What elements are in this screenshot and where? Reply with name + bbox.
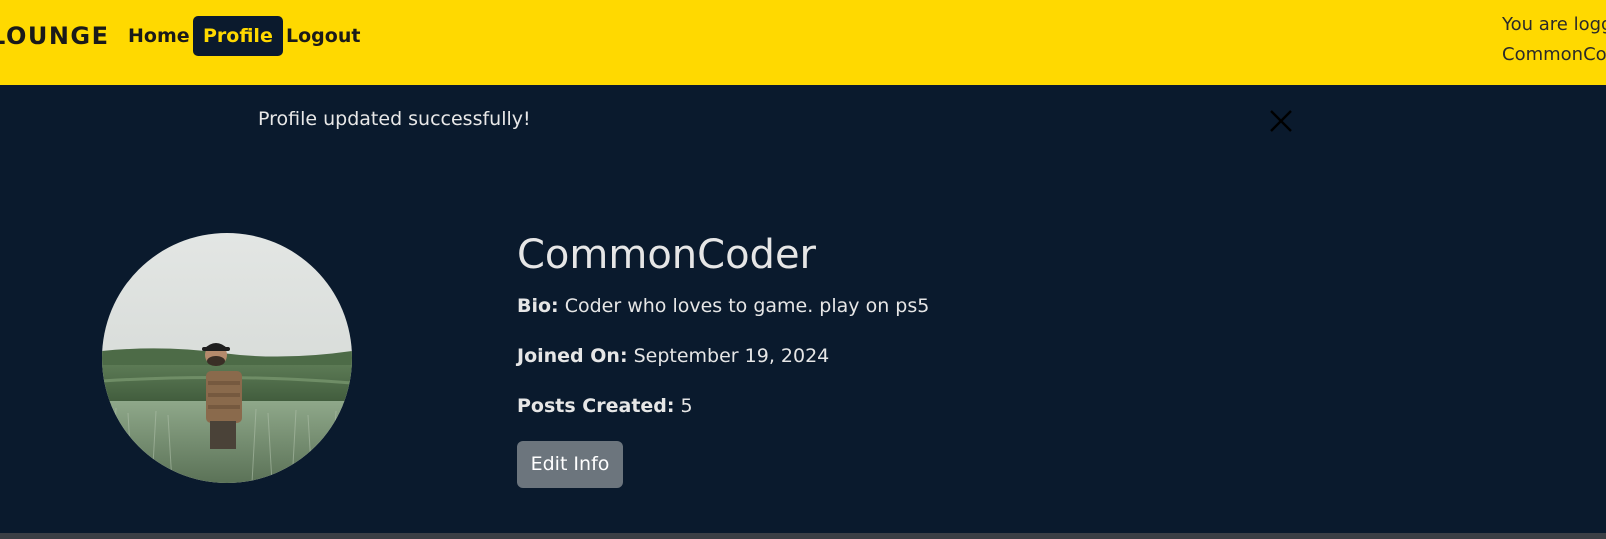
nav-link-profile[interactable]: Profile [193,16,283,56]
close-alert-button[interactable] [1268,108,1294,134]
joined-value: September 19, 2024 [633,345,830,367]
avatar-photo [102,233,352,483]
nav-link-home[interactable]: Home [128,16,190,56]
posts-label: Posts Created: [517,395,675,417]
profile-posts: Posts Created: 5 [517,395,693,417]
footer-strip [0,533,1606,539]
login-status-line2: CommonCoder [1502,44,1606,65]
joined-label: Joined On: [517,345,628,367]
bio-label: Bio: [517,295,559,317]
close-icon [1270,110,1292,132]
avatar [102,233,352,483]
success-alert-message: Profile updated successfully! [258,108,531,130]
login-status-line1: You are logged in as [1502,14,1606,35]
profile-bio: Bio: Coder who loves to game. play on ps… [517,295,929,317]
navbar: LOUNGE Home Profile Logout You are logge… [0,0,1606,85]
nav-link-logout[interactable]: Logout [286,16,360,56]
brand-logo[interactable]: LOUNGE [0,22,110,50]
posts-value: 5 [680,395,693,417]
profile-joined: Joined On: September 19, 2024 [517,345,829,367]
bio-value: Coder who loves to game. play on ps5 [564,295,930,317]
login-status: You are logged in as CommonCoder [1502,10,1606,70]
profile-username: CommonCoder [517,232,817,278]
edit-info-button[interactable]: Edit Info [517,441,623,488]
